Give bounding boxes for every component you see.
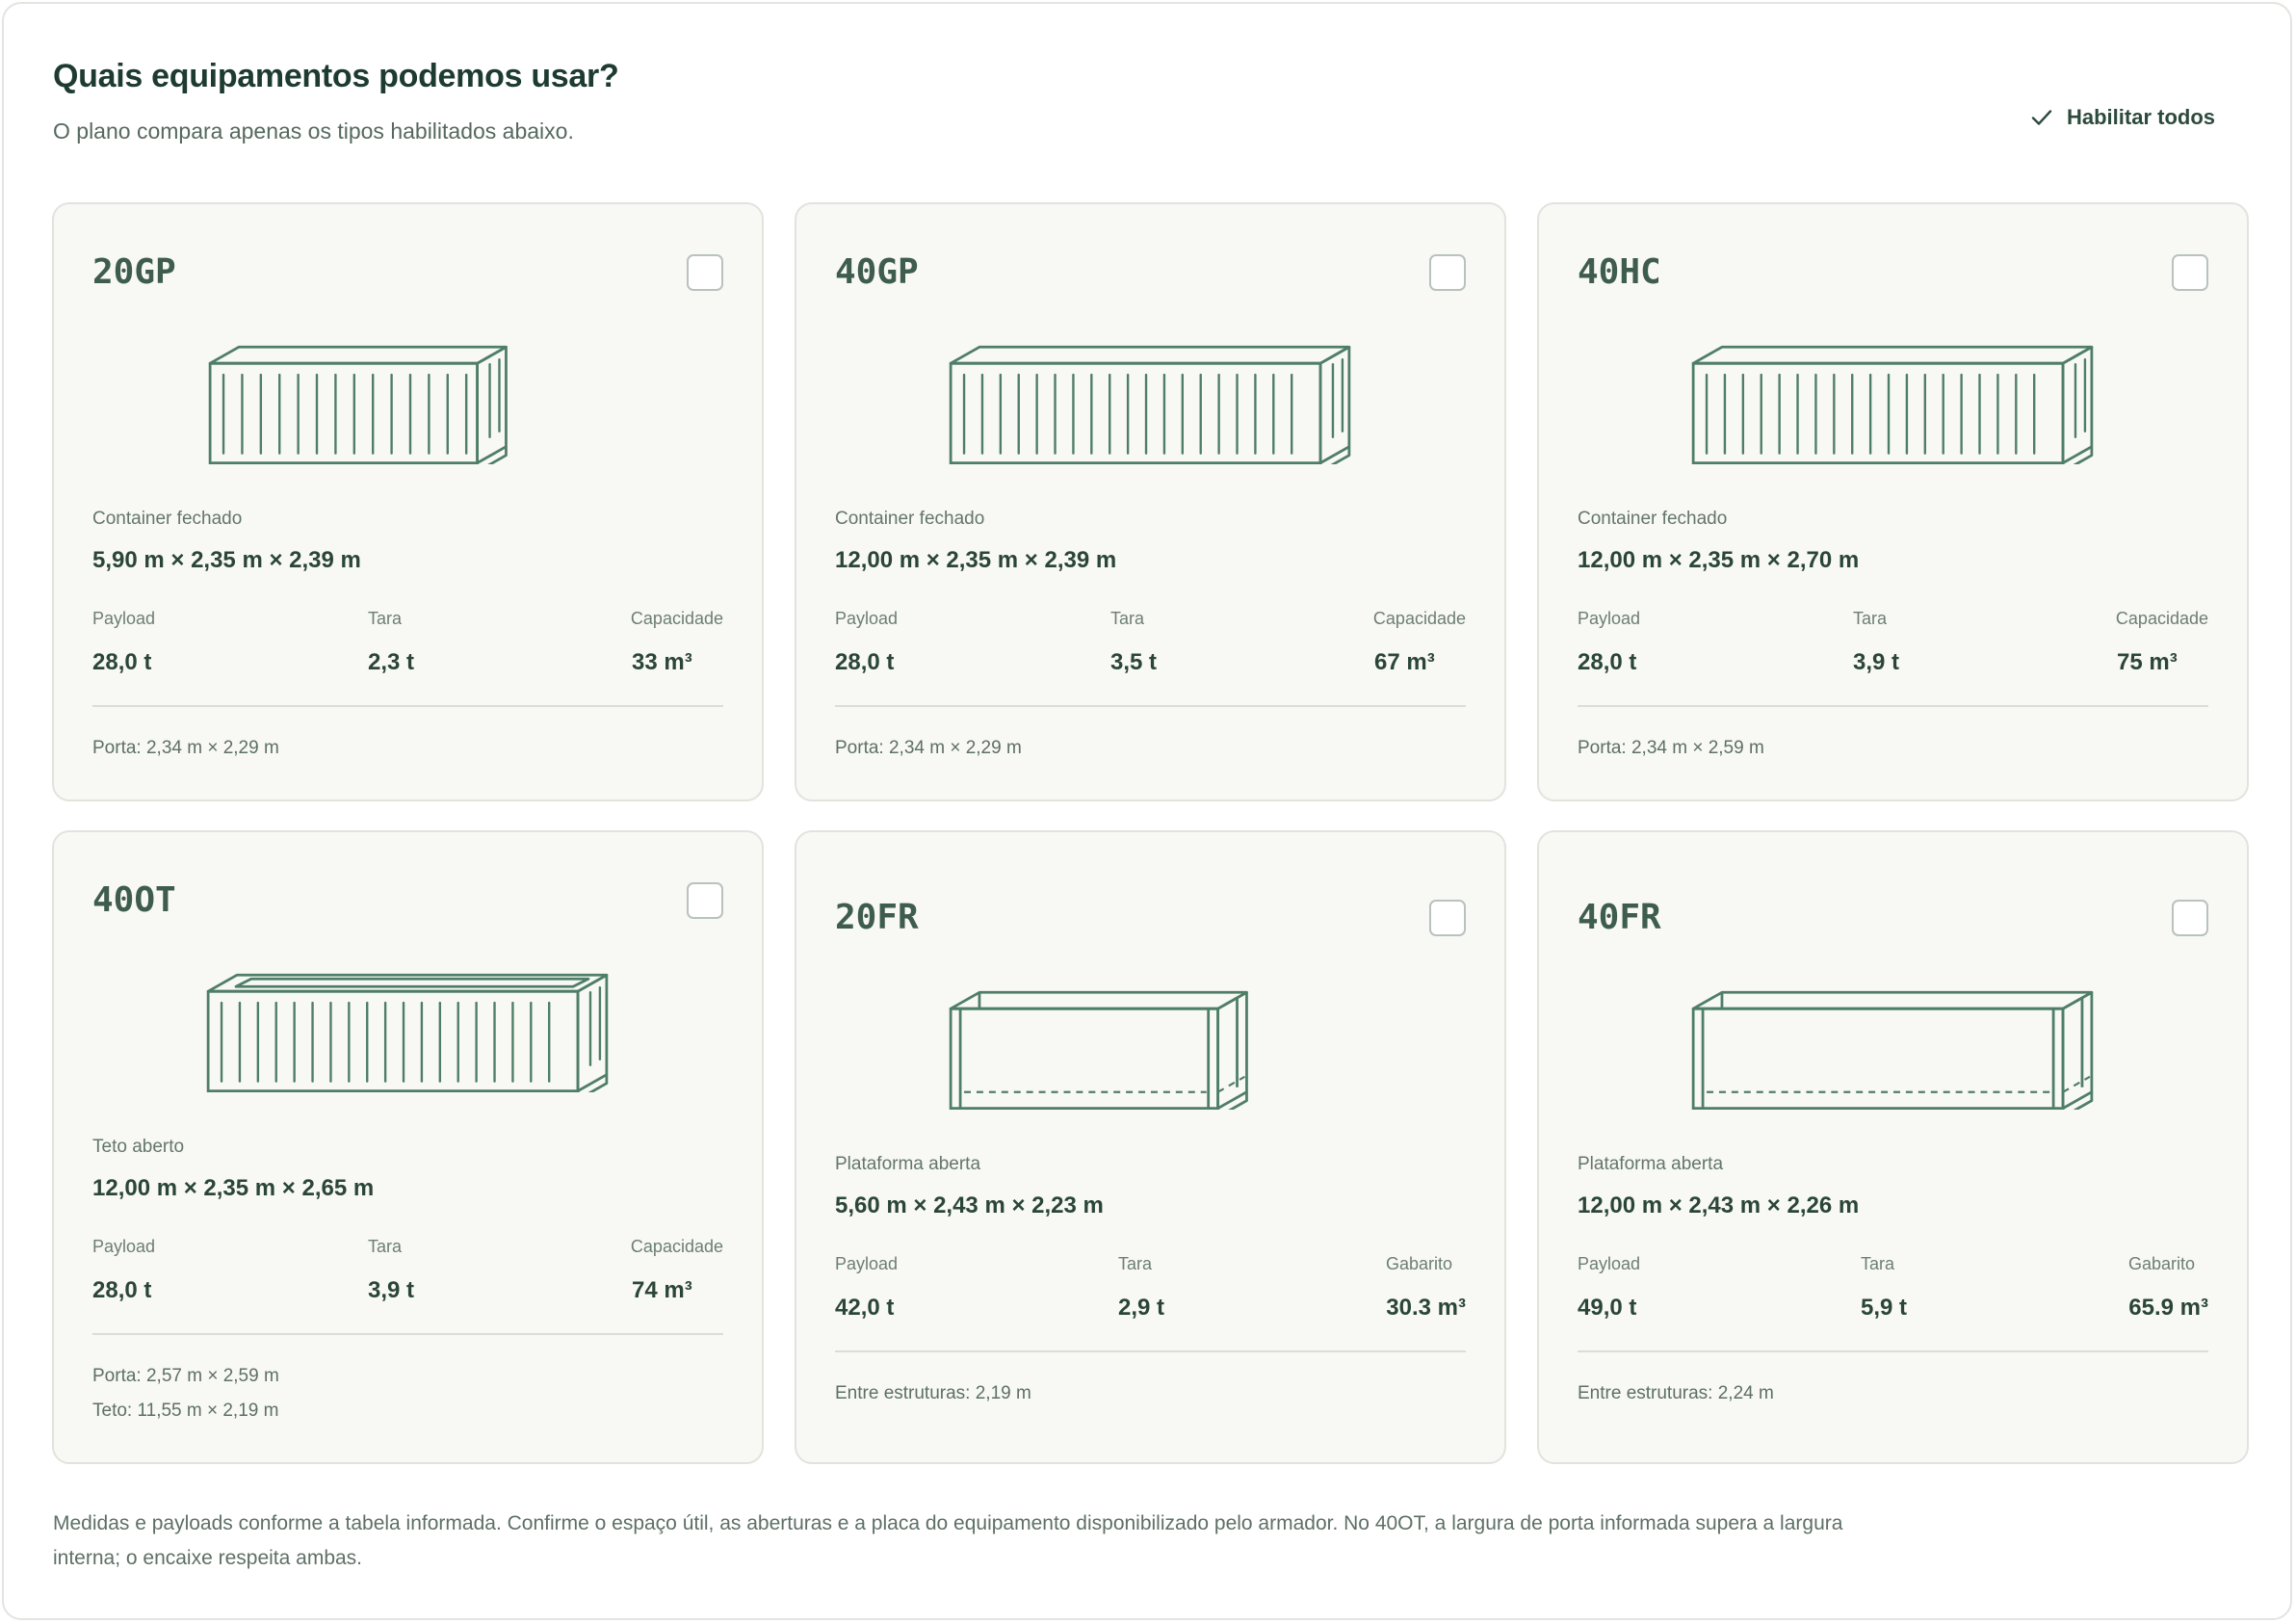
equipment-code: 40GP (835, 252, 919, 292)
payload-value: 28,0 t (92, 649, 152, 675)
equipment-code: 20FR (835, 898, 919, 937)
capacity-value: 33 m³ (632, 649, 692, 675)
flat-rack-long-icon (1691, 990, 2094, 1110)
payload-label: Payload (1578, 609, 1641, 628)
capacity-label: Capacidade (630, 1237, 723, 1256)
door-note: Porta: 2,34 m × 2,59 m (1578, 738, 1764, 758)
gauge-value: 65.9 m³ (2128, 1295, 2208, 1321)
payload-label: Payload (92, 609, 156, 628)
checkmark-icon (696, 266, 714, 280)
door-note: Porta: 2,57 m × 2,59 m (92, 1366, 279, 1386)
equipment-kind: Plataforma aberta (1578, 1154, 1724, 1174)
equipment-kind: Teto aberto (92, 1137, 185, 1157)
divider (1578, 705, 2208, 707)
divider (835, 705, 1466, 707)
gauge-label: Gabarito (2127, 1254, 2195, 1273)
equipment-card-40ot[interactable]: 40OT Teto aberto 12,00 m × 2,35 m × 2,65… (52, 830, 764, 1464)
enable-all-button[interactable]: Habilitar todos (2030, 100, 2215, 135)
closed-container-long-icon (1691, 345, 2094, 464)
equipment-kind: Container fechado (835, 509, 985, 529)
payload-value: 49,0 t (1578, 1295, 1637, 1321)
tara-label: Tara (1861, 1254, 1895, 1273)
tara-value: 3,5 t (1110, 649, 1158, 675)
equipment-dimensions: 12,00 m × 2,35 m × 2,65 m (92, 1175, 375, 1201)
between-structures-note: Entre estruturas: 2,19 m (835, 1383, 1031, 1403)
roof-note: Teto: 11,55 m × 2,19 m (92, 1401, 279, 1421)
closed-container-short-icon (208, 345, 508, 464)
equipment-dimensions: 12,00 m × 2,35 m × 2,70 m (1578, 547, 1860, 573)
equipment-dimensions: 5,60 m × 2,43 m × 2,23 m (835, 1192, 1104, 1218)
page-subtitle: O plano compara apenas os tipos habilita… (53, 118, 574, 144)
equipment-dimensions: 12,00 m × 2,43 m × 2,26 m (1578, 1192, 1860, 1218)
equipment-card-20gp[interactable]: 20GP Container fechado 5,90 m × 2,35 m ×… (52, 202, 764, 801)
equipment-kind: Plataforma aberta (835, 1154, 981, 1174)
door-note: Porta: 2,34 m × 2,29 m (835, 738, 1022, 758)
enable-checkbox[interactable] (1429, 900, 1466, 936)
between-structures-note: Entre estruturas: 2,24 m (1578, 1383, 1774, 1403)
capacity-value: 74 m³ (632, 1277, 692, 1303)
tara-label: Tara (1853, 609, 1888, 628)
equipment-code: 40FR (1578, 898, 1661, 937)
equipment-code: 20GP (92, 252, 176, 292)
tara-value: 2,3 t (368, 649, 415, 675)
capacity-label: Capacidade (2115, 609, 2208, 628)
divider (835, 1350, 1466, 1352)
equipment-card-40fr[interactable]: 40FR Plataforma aberta 12,00 m × 2,43 m … (1537, 830, 2249, 1464)
capacity-label: Capacidade (1372, 609, 1466, 628)
enable-checkbox[interactable] (687, 882, 723, 919)
divider (1578, 1350, 2208, 1352)
open-top-container-icon (206, 973, 609, 1092)
checkmark-icon (1439, 266, 1456, 280)
tara-label: Tara (368, 609, 403, 628)
equipment-dimensions: 12,00 m × 2,35 m × 2,39 m (835, 547, 1117, 573)
tara-label: Tara (368, 1237, 403, 1256)
check-icon (2031, 110, 2052, 125)
tara-label: Tara (1118, 1254, 1153, 1273)
tara-value: 5,9 t (1861, 1295, 1908, 1321)
divider (92, 1333, 723, 1335)
door-note: Porta: 2,34 m × 2,29 m (92, 738, 279, 758)
tara-value: 3,9 t (368, 1277, 415, 1303)
closed-container-long-icon (949, 345, 1351, 464)
divider (92, 705, 723, 707)
equipment-code: 40OT (92, 880, 176, 920)
capacity-value: 67 m³ (1374, 649, 1435, 675)
enable-all-label: Habilitar todos (2067, 105, 2216, 129)
payload-value: 28,0 t (92, 1277, 152, 1303)
payload-label: Payload (1578, 1254, 1641, 1273)
payload-label: Payload (835, 1254, 899, 1273)
footer-disclaimer: Medidas e payloads conforme a tabela inf… (53, 1512, 1843, 1569)
tara-value: 3,9 t (1853, 649, 1900, 675)
equipment-card-40gp[interactable]: 40GP Container fechado 12,00 m × 2,35 m … (795, 202, 1506, 801)
gauge-value: 30.3 m³ (1386, 1295, 1466, 1321)
equipment-panel: Quais equipamentos podemos usar? O plano… (2, 2, 2292, 1620)
equipment-card-20fr[interactable]: 20FR Plataforma aberta 5,60 m × 2,43 m ×… (795, 830, 1506, 1464)
page-title: Quais equipamentos podemos usar? (53, 58, 619, 94)
capacity-label: Capacidade (630, 609, 723, 628)
enable-checkbox[interactable] (2172, 900, 2208, 936)
enable-checkbox[interactable] (1429, 254, 1466, 291)
payload-value: 28,0 t (835, 649, 895, 675)
equipment-kind: Container fechado (92, 509, 243, 529)
payload-label: Payload (835, 609, 899, 628)
tara-value: 2,9 t (1118, 1295, 1165, 1321)
capacity-value: 75 m³ (2117, 649, 2178, 675)
payload-value: 42,0 t (835, 1295, 895, 1321)
payload-value: 28,0 t (1578, 649, 1637, 675)
enable-checkbox[interactable] (2172, 254, 2208, 291)
equipment-card-40hc[interactable]: 40HC Container fechado 12,00 m × 2,35 m … (1537, 202, 2249, 801)
equipment-dimensions: 5,90 m × 2,35 m × 2,39 m (92, 547, 361, 573)
equipment-kind: Container fechado (1578, 509, 1728, 529)
tara-label: Tara (1110, 609, 1145, 628)
payload-label: Payload (92, 1237, 156, 1256)
gauge-label: Gabarito (1385, 1254, 1452, 1273)
enable-checkbox[interactable] (687, 254, 723, 291)
flat-rack-short-icon (949, 990, 1248, 1110)
checkmark-icon (2181, 266, 2199, 280)
equipment-code: 40HC (1578, 252, 1661, 292)
